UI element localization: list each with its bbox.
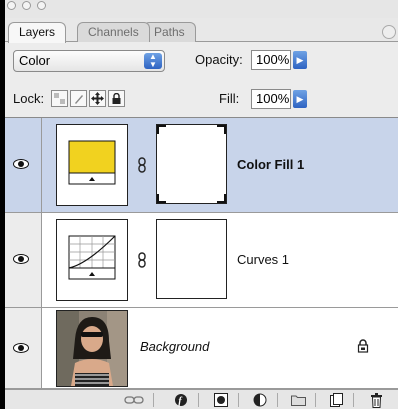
- toolbar-divider: [153, 393, 154, 407]
- opacity-label: Opacity:: [195, 52, 243, 67]
- eye-icon[interactable]: [13, 159, 29, 169]
- blend-mode-value: Color: [19, 53, 51, 68]
- tab-channels[interactable]: Channels: [77, 22, 150, 42]
- layer-mask-thumbnail[interactable]: [156, 219, 227, 299]
- blend-mode-select[interactable]: Color ▲ ▼: [13, 50, 165, 72]
- color-fill-thumbnail[interactable]: [56, 124, 128, 206]
- lock-label: Lock:: [13, 91, 45, 106]
- layer-row-background[interactable]: Background: [5, 308, 398, 389]
- trash-icon[interactable]: [365, 391, 387, 409]
- tab-layers[interactable]: Layers: [8, 22, 67, 43]
- visibility-column: [5, 213, 42, 307]
- fill-label: Fill:: [219, 91, 240, 106]
- window-controls: [7, 1, 46, 10]
- visibility-column: [5, 308, 42, 388]
- chain-link-icon[interactable]: [137, 157, 147, 173]
- layer-row-curves[interactable]: Curves 1: [5, 213, 398, 308]
- toolbar-divider: [198, 393, 199, 407]
- opacity-slider-button[interactable]: ▶: [293, 51, 307, 69]
- lock-image-pixels-icon[interactable]: [70, 90, 87, 107]
- lock-position-icon[interactable]: [89, 90, 106, 107]
- lock-transparent-pixels-icon[interactable]: [51, 90, 68, 107]
- tab-paths[interactable]: Paths: [143, 22, 196, 42]
- layers-panel: Paths Channels Layers Color ▲ ▼ Opacity: …: [5, 0, 398, 409]
- minimize-window-icon[interactable]: [22, 1, 31, 10]
- new-layer-icon[interactable]: [325, 391, 347, 409]
- adjustment-layer-icon[interactable]: [249, 391, 271, 409]
- panel-menu-button[interactable]: [382, 25, 396, 39]
- toolbar-divider: [353, 393, 354, 407]
- layer-name-curves: Curves 1: [237, 252, 290, 267]
- chain-link-icon[interactable]: [137, 252, 147, 268]
- layer-name-background: Background: [140, 339, 210, 354]
- layers-list: Color Fill 1 Curves 1 Background: [5, 117, 398, 389]
- layers-bottom-toolbar: f: [5, 389, 398, 409]
- lock-all-icon[interactable]: [108, 90, 125, 107]
- eye-icon[interactable]: [13, 254, 29, 264]
- layer-name-color-fill: Color Fill 1: [237, 157, 305, 172]
- close-window-icon[interactable]: [7, 1, 16, 10]
- layer-mask-thumbnail[interactable]: [156, 124, 227, 204]
- eye-icon[interactable]: [13, 343, 29, 353]
- zoom-window-icon[interactable]: [37, 1, 46, 10]
- toolbar-divider: [315, 393, 316, 407]
- visibility-column: [5, 118, 42, 212]
- curves-thumbnail[interactable]: [56, 219, 128, 301]
- toolbar-divider: [277, 393, 278, 407]
- chevron-updown-icon: ▲ ▼: [144, 53, 162, 69]
- panel-tabs: Paths Channels Layers: [5, 18, 398, 43]
- opacity-input[interactable]: 100%: [251, 50, 291, 70]
- toolbar-divider: [238, 393, 239, 407]
- add-mask-icon[interactable]: [210, 391, 232, 409]
- new-group-icon[interactable]: [287, 391, 309, 409]
- fill-slider-button[interactable]: ▶: [293, 90, 307, 108]
- window-titlebar: [5, 0, 398, 18]
- lock-fill-row: Lock: Fill: 100% ▶: [5, 86, 398, 116]
- fill-input[interactable]: 100%: [251, 89, 291, 109]
- link-layers-icon[interactable]: [123, 391, 145, 409]
- layer-row-color-fill[interactable]: Color Fill 1: [5, 118, 398, 213]
- blend-opacity-row: Color ▲ ▼ Opacity: 100% ▶: [5, 48, 398, 78]
- layer-style-icon[interactable]: f: [170, 391, 192, 409]
- background-photo-thumbnail[interactable]: [56, 310, 128, 387]
- lock-icon: [357, 339, 369, 353]
